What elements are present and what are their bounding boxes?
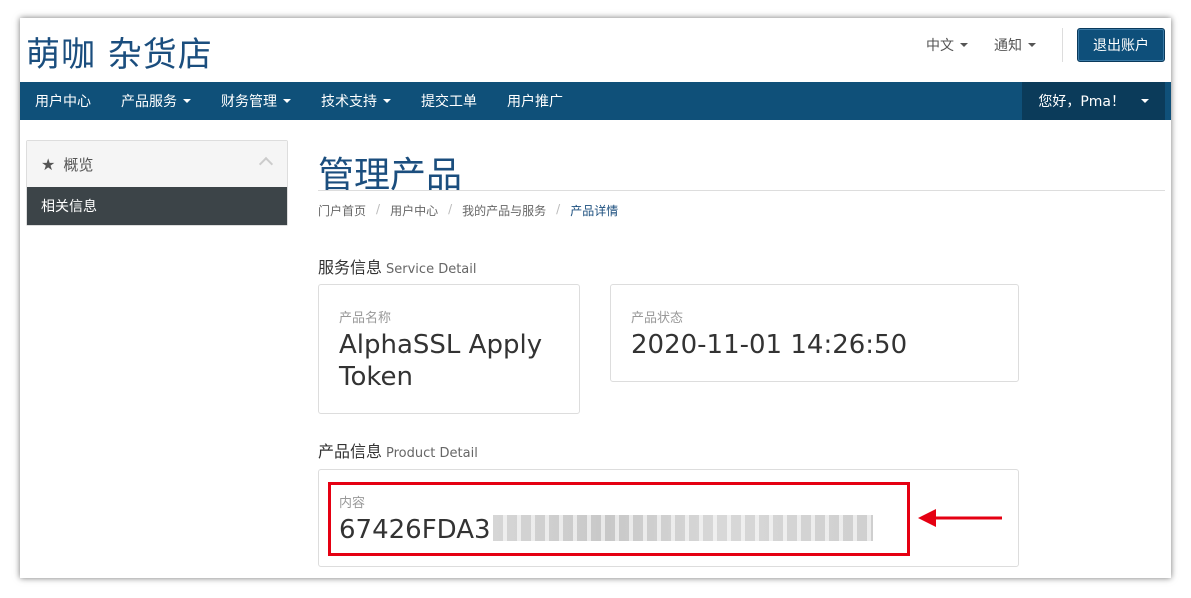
caret-down-icon [960,43,968,47]
breadcrumb-separator: / [448,202,453,216]
user-greeting: 您好，Pma！ [1038,94,1125,110]
nav-label: 提交工单 [421,94,477,110]
caret-down-icon [1141,99,1149,103]
product-name-label: 产品名称 [339,311,392,326]
nav-item-support[interactable]: 技术支持 [306,82,406,120]
user-menu-dropdown[interactable]: 您好，Pma！ [1022,82,1165,120]
chevron-up-icon[interactable] [258,156,274,172]
caret-down-icon [383,99,391,103]
nav-label: 用户中心 [35,94,91,110]
product-status-label: 产品状态 [631,311,684,326]
breadcrumb-separator: / [376,202,381,216]
nav-label: 产品服务 [121,94,177,110]
breadcrumb-user-center[interactable]: 用户中心 [390,202,438,219]
product-name-card: 产品名称 AlphaSSL Apply Token [318,284,580,414]
notifications-dropdown[interactable]: 通知 [994,35,1036,55]
star-icon: ★ [41,154,56,174]
nav-item-affiliates[interactable]: 用户推广 [492,82,578,120]
breadcrumb-my-products[interactable]: 我的产品与服务 [462,202,546,219]
red-arrow-icon [918,509,1002,527]
caret-down-icon [283,99,291,103]
service-section-title: 服务信息 Service Detail [318,254,477,278]
logout-button[interactable]: 退出账户 [1077,28,1165,62]
sidebar-panel: ★ 概览 相关信息 [26,140,288,226]
sidebar-header-label: 概览 [63,155,94,174]
header-divider [1062,28,1063,62]
caret-down-icon [1028,43,1036,47]
language-label: 中文 [926,38,954,54]
product-name-value: AlphaSSL Apply Token [339,330,543,392]
nav-label: 技术支持 [321,94,377,110]
top-links: 中文 通知 退出账户 [926,28,1165,62]
breadcrumb: 门户首页 / 用户中心 / 我的产品与服务 / 产品详情 [318,202,618,219]
nav-item-products[interactable]: 产品服务 [106,82,206,120]
nav-item-user-center[interactable]: 用户中心 [20,82,106,120]
notifications-label: 通知 [994,38,1022,54]
sidebar-item-label: 相关信息 [41,199,97,215]
caret-down-icon [183,99,191,103]
nav-item-billing[interactable]: 财务管理 [206,82,306,120]
highlight-box [328,482,910,556]
browser-frame: 萌咖 杂货店 中文 通知 退出账户 用户中心 产品服务 财务管理 技术支持 提交… [20,18,1171,578]
breadcrumb-home[interactable]: 门户首页 [318,202,366,219]
product-section-title: 产品信息 Product Detail [318,438,478,462]
sidebar-item-related-info[interactable]: 相关信息 [27,187,287,225]
breadcrumb-current: 产品详情 [570,204,619,218]
site-header: 萌咖 杂货店 中文 通知 退出账户 [20,18,1171,82]
main-nav: 用户中心 产品服务 财务管理 技术支持 提交工单 用户推广 您好，Pma！ [20,82,1171,120]
nav-item-submit-ticket[interactable]: 提交工单 [406,82,492,120]
section-subtitle: Product Detail [386,446,478,461]
title-divider [318,190,1165,191]
language-dropdown[interactable]: 中文 [926,35,968,55]
site-logo[interactable]: 萌咖 杂货店 [26,27,213,76]
breadcrumb-separator: / [556,202,561,216]
nav-label: 财务管理 [221,94,277,110]
product-status-card: 产品状态 2020-11-01 14:26:50 [610,284,1019,382]
nav-label: 用户推广 [507,94,563,110]
sidebar-header[interactable]: ★ 概览 [27,141,287,187]
section-title-text: 产品信息 [318,442,383,461]
section-title-text: 服务信息 [318,258,383,277]
section-subtitle: Service Detail [386,262,477,277]
product-status-value: 2020-11-01 14:26:50 [631,330,908,360]
